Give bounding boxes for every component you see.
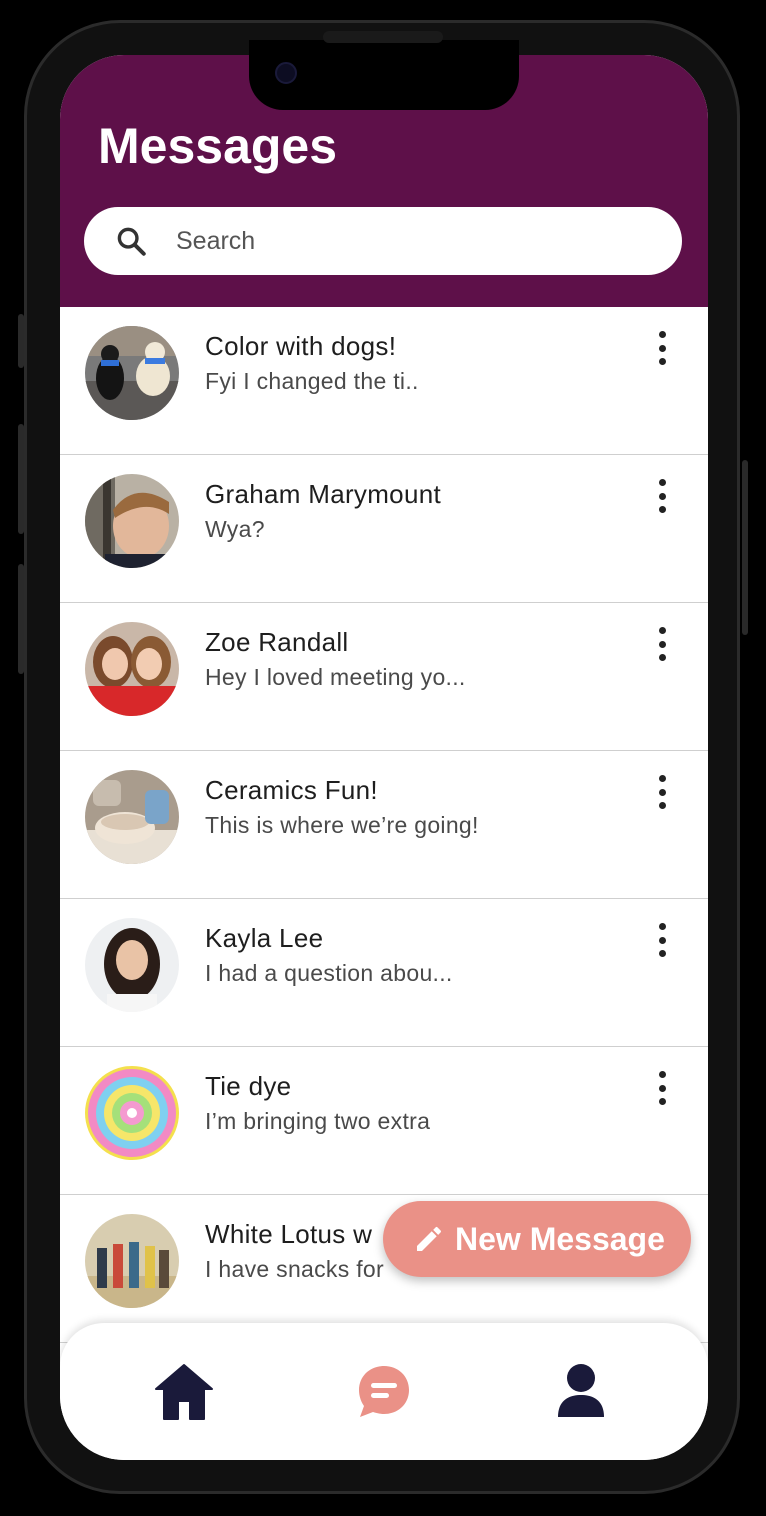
more-options-icon[interactable] (651, 923, 673, 957)
conversation-name: Graham Marymount (205, 479, 441, 509)
conversation-preview: Hey I loved meeting yo... (205, 664, 466, 690)
conversation-row[interactable]: Zoe Randall Hey I loved meeting yo... (60, 603, 708, 751)
avatar (85, 918, 179, 1012)
conversation-preview: Fyi I changed the ti.. (205, 368, 419, 394)
avatar (85, 770, 179, 864)
conversation-name: Color with dogs! (205, 331, 397, 361)
conversation-row[interactable]: Ceramics Fun! This is where we’re going! (60, 751, 708, 899)
conversation-row[interactable]: Color with dogs! Fyi I changed the ti.. (60, 307, 708, 455)
conversation-name: Ceramics Fun! (205, 775, 378, 805)
more-options-icon[interactable] (651, 1071, 673, 1105)
new-message-button[interactable]: New Message (383, 1201, 691, 1277)
screen: Messages Search Color with dogs! Fyi I c… (60, 55, 708, 1460)
conversation-preview: I had a question abou... (205, 960, 453, 986)
search-bar[interactable] (84, 207, 682, 275)
page-title: Messages (98, 118, 338, 174)
conversation-preview: I’m bringing two extra (205, 1108, 431, 1134)
conversation-name: Tie dye (205, 1071, 292, 1101)
conversation-name: Zoe Randall (205, 627, 349, 657)
conversation-name: White Lotus w (205, 1219, 373, 1249)
volume-down-button (18, 564, 24, 674)
pencil-icon (417, 1226, 442, 1251)
more-options-icon[interactable] (651, 775, 673, 809)
nav-profile[interactable] (556, 1363, 606, 1424)
chat-bubble-icon (359, 1366, 409, 1417)
front-camera (275, 62, 297, 84)
conversation-preview: This is where we’re going! (205, 812, 479, 838)
conversation-row[interactable]: Kayla Lee I had a question abou... (60, 899, 708, 1047)
conversation-preview: I have snacks for (205, 1256, 384, 1282)
avatar (85, 1214, 179, 1308)
avatar (85, 326, 179, 420)
bottom-navigation (60, 1323, 708, 1460)
conversation-name: Kayla Lee (205, 923, 324, 953)
nav-home[interactable] (153, 1363, 215, 1426)
home-icon (155, 1364, 213, 1420)
avatar (85, 474, 179, 568)
conversation-list: Color with dogs! Fyi I changed the ti.. … (60, 307, 708, 1343)
more-options-icon[interactable] (651, 331, 673, 365)
nav-messages[interactable] (356, 1363, 412, 1424)
search-input[interactable] (176, 226, 616, 256)
mute-switch (18, 314, 24, 368)
conversation-preview: Wya? (205, 516, 265, 542)
more-options-icon[interactable] (651, 627, 673, 661)
more-options-icon[interactable] (651, 479, 673, 513)
new-message-label: New Message (455, 1220, 665, 1257)
conversation-row[interactable]: Tie dye I’m bringing two extra (60, 1047, 708, 1195)
power-button (742, 460, 748, 635)
avatar (85, 622, 179, 716)
conversation-row[interactable]: Graham Marymount Wya? (60, 455, 708, 603)
person-icon (558, 1364, 604, 1417)
avatar (85, 1066, 179, 1160)
speaker-grille (323, 31, 443, 43)
search-icon (117, 227, 146, 256)
volume-up-button (18, 424, 24, 534)
